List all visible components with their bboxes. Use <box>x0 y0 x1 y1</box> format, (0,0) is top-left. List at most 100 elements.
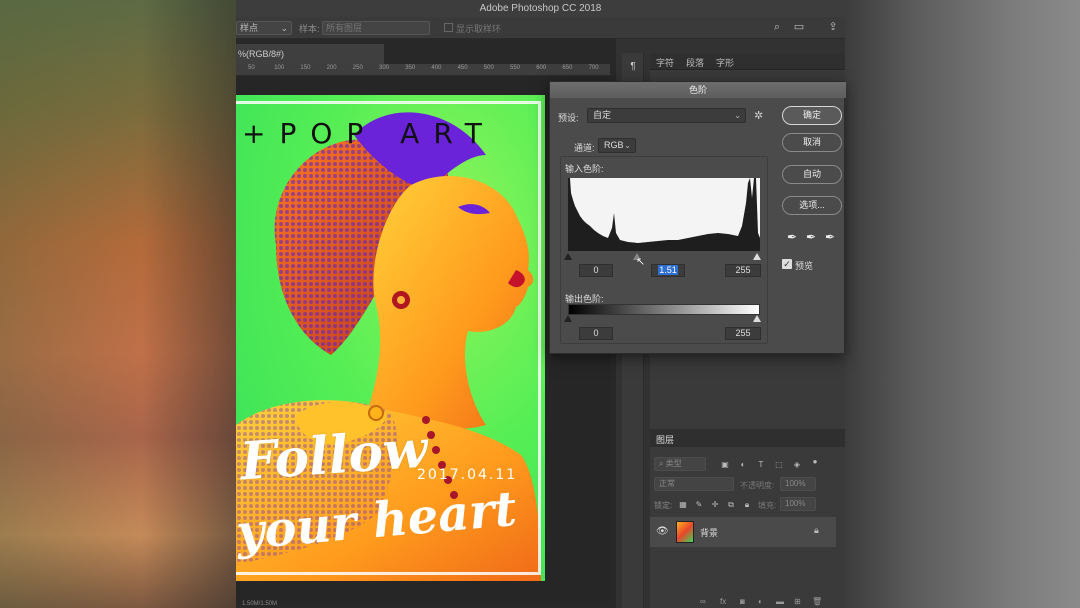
gray-eyedropper-icon[interactable]: ✒ <box>804 230 818 244</box>
tab-paragraph[interactable]: 段落 <box>686 56 704 69</box>
input-white-field[interactable]: 255 <box>725 264 761 277</box>
white-eyedropper-icon[interactable]: ✒ <box>823 230 837 244</box>
output-black-field[interactable]: 0 <box>579 327 613 340</box>
input-black-field[interactable]: 0 <box>579 264 613 277</box>
search-icon[interactable]: ⌕ <box>770 20 784 34</box>
output-black-handle[interactable] <box>564 315 572 322</box>
input-gamma-field[interactable]: 1.51 <box>651 264 685 277</box>
blurred-background-right <box>845 0 1080 608</box>
channel-label: 通道: <box>574 143 595 153</box>
ruler-tick-label: 600 <box>536 65 547 71</box>
ruler-tick-label: 300 <box>379 65 390 71</box>
document-tab[interactable]: %(RGB/8#) <box>236 44 384 64</box>
adjustment-filter-icon[interactable]: ◐ <box>738 460 748 470</box>
workspace-icon[interactable]: ▭ <box>792 20 806 34</box>
histogram-graph <box>568 178 760 251</box>
options-bar: 样点 ⌄ 样本: 所有图层 显示取样环 ⌕ ▭ ⇪ <box>236 17 845 39</box>
preview-label: 预览 <box>795 261 814 271</box>
character-panel-tabs: 字符 段落 字形 <box>650 53 845 70</box>
lock-all-icon[interactable]: 🔒︎ <box>742 500 752 510</box>
fill-input[interactable]: 100% <box>780 497 816 511</box>
layer-row-background[interactable]: 👁︎ 背景 🔒︎ <box>650 517 836 547</box>
adjustment-icon[interactable]: ◐ <box>758 597 763 606</box>
ruler-tick-label: 500 <box>483 65 494 71</box>
sample-size-value: 样点 <box>240 23 259 33</box>
layer-thumbnail <box>676 521 694 543</box>
sample-size-select[interactable]: 样点 ⌄ <box>236 21 292 35</box>
share-icon[interactable]: ⇪ <box>826 20 840 34</box>
poster-title: +POP ART <box>242 117 496 150</box>
lock-icon: 🔒︎ <box>814 525 819 535</box>
output-white-handle[interactable] <box>753 315 761 322</box>
lock-transparency-icon[interactable]: ▦ <box>678 500 688 510</box>
ruler-tick-label: 550 <box>510 65 521 71</box>
input-slider[interactable] <box>564 253 761 262</box>
input-white-handle[interactable] <box>753 253 761 260</box>
new-layer-icon[interactable]: ⊞ <box>794 597 801 606</box>
folder-icon[interactable]: ▬ <box>776 597 784 606</box>
levels-dialog: 色阶 预设: 自定 ⌄ ✲ 通道: RGB ⌄ 输入色阶: ↖ 0 1.51 255… <box>549 81 846 354</box>
channel-value: RGB <box>604 140 624 150</box>
mask-icon[interactable]: ◙ <box>740 597 745 606</box>
auto-button[interactable]: 自动 <box>782 165 842 184</box>
opacity-input[interactable]: 100% <box>780 477 816 491</box>
opacity-label: 不透明度: <box>740 481 775 490</box>
window-title: Adobe Photoshop CC 2018 <box>236 0 845 17</box>
visibility-eye-icon[interactable]: 👁︎ <box>656 526 669 537</box>
mouse-cursor-icon: ↖ <box>636 256 646 268</box>
link-icon[interactable]: ∞ <box>700 597 706 606</box>
ruler-tick-label: 150 <box>300 65 311 71</box>
blend-mode-select[interactable]: 正常 <box>654 477 734 491</box>
ok-button[interactable]: 确定 <box>782 106 842 125</box>
poster-canvas[interactable]: +POP ART Follow 2017.04.11 your heart <box>236 95 545 581</box>
options-button[interactable]: 选项... <box>782 196 842 215</box>
sample-layers-select[interactable]: 所有图层 <box>322 21 430 35</box>
chevron-down-icon: ⌄ <box>280 23 288 33</box>
channel-select[interactable]: RGB ⌄ <box>598 138 636 153</box>
input-levels-label: 输入色阶: <box>565 164 604 174</box>
lock-artboard-icon[interactable]: ⧉ <box>726 500 736 510</box>
chevron-down-icon: ⌄ <box>734 111 741 120</box>
show-ring-checkbox[interactable] <box>444 23 453 32</box>
show-ring-label: 显示取样环 <box>456 24 502 34</box>
status-bar: 1.50M/1.50M <box>242 601 278 607</box>
input-black-handle[interactable] <box>564 253 572 260</box>
output-gradient <box>568 304 760 315</box>
gear-icon[interactable]: ✲ <box>754 109 763 122</box>
tab-character[interactable]: 字符 <box>656 56 674 69</box>
histogram <box>568 178 760 251</box>
preview-checkbox[interactable]: ✓ <box>782 259 792 269</box>
dialog-title[interactable]: 色阶 <box>550 82 846 98</box>
type-filter-icon[interactable]: T <box>756 460 766 470</box>
ruler-tick-label: 700 <box>588 65 599 71</box>
layers-panel-header: 图层 <box>650 429 845 447</box>
shape-filter-icon[interactable]: ⬚ <box>774 460 784 470</box>
sample-label: 样本: <box>299 24 320 34</box>
ruler-tick-label: 50 <box>248 65 255 71</box>
tab-glyphs[interactable]: 字形 <box>716 56 734 69</box>
trash-icon[interactable]: 🗑︎ <box>812 597 822 606</box>
output-white-field[interactable]: 255 <box>725 327 761 340</box>
image-filter-icon[interactable]: ▣ <box>720 460 730 470</box>
preset-select[interactable]: 自定 ⌄ <box>587 108 746 123</box>
chevron-down-icon: ⌄ <box>624 141 631 150</box>
lock-brush-icon[interactable]: ✎ <box>694 500 704 510</box>
fill-label: 填充: <box>758 501 777 510</box>
screen: Adobe Photoshop CC 2018 样点 ⌄ 样本: 所有图层 显示取… <box>0 0 1080 608</box>
filter-toggle-icon[interactable]: ● <box>810 457 820 467</box>
black-eyedropper-icon[interactable]: ✒ <box>785 230 799 244</box>
ruler-tick-label: 350 <box>405 65 416 71</box>
lock-move-icon[interactable]: ✛ <box>710 500 720 510</box>
poster-date: 2017.04.11 <box>417 467 518 483</box>
character-panel-icon[interactable]: ¶ <box>626 61 640 75</box>
output-slider[interactable] <box>564 315 761 324</box>
cancel-button[interactable]: 取消 <box>782 133 842 152</box>
input-gamma-value: 1.51 <box>658 265 678 275</box>
ruler-tick-label: 100 <box>274 65 285 71</box>
filter-kind-select[interactable]: ⌕ 类型 <box>654 457 706 471</box>
layers-panel-title[interactable]: 图层 <box>656 433 674 446</box>
search-icon: ⌕ <box>659 459 664 468</box>
smartobject-filter-icon[interactable]: ◈ <box>792 460 802 470</box>
fx-icon[interactable]: fx <box>720 597 726 606</box>
ruler-tick-label: 250 <box>352 65 363 71</box>
